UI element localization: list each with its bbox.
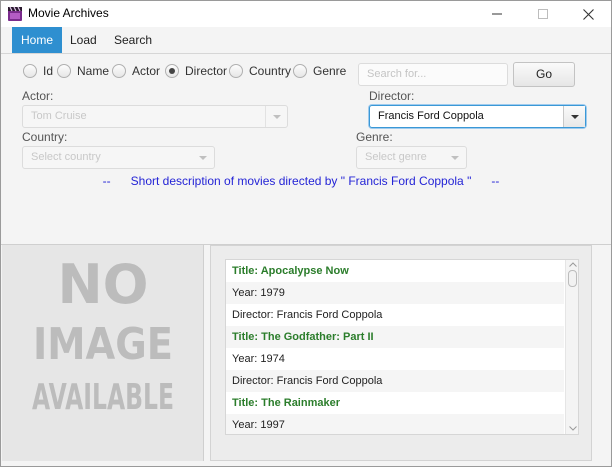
- chevron-down-icon[interactable]: [563, 106, 585, 127]
- chevron-down-icon: [444, 147, 466, 168]
- scrollbar-thumb[interactable]: [568, 270, 577, 287]
- genre-combo[interactable]: Select genre: [356, 146, 467, 169]
- genre-placeholder: Select genre: [365, 151, 427, 163]
- title-bar: Movie Archives: [1, 1, 611, 27]
- close-button[interactable]: [565, 1, 611, 27]
- list-item[interactable]: Title: The Rainmaker: [226, 392, 564, 414]
- country-label: Country:: [22, 130, 68, 144]
- actor-value: Tom Cruise: [31, 110, 87, 122]
- radio-name[interactable]: Name: [57, 63, 109, 79]
- clapperboard-icon: [8, 6, 22, 21]
- actor-label: Actor:: [22, 89, 54, 103]
- country-combo[interactable]: Select country: [22, 146, 215, 169]
- radio-actor[interactable]: Actor: [112, 63, 160, 79]
- director-combo[interactable]: Francis Ford Coppola: [369, 105, 586, 128]
- close-icon: [582, 8, 594, 20]
- chevron-down-icon: [265, 106, 287, 127]
- radio-button-checked-icon: [165, 64, 179, 78]
- menu-search[interactable]: Search: [105, 27, 161, 53]
- results-panel: Title: Apocalypse Now Year: 1979 Directo…: [210, 245, 592, 461]
- maximize-icon: [538, 9, 548, 19]
- menu-divider: [1, 53, 611, 54]
- radio-button-icon: [112, 64, 126, 78]
- list-item[interactable]: Title: The Godfather: Part II: [226, 326, 564, 348]
- list-item[interactable]: Year: 1979: [226, 282, 564, 304]
- no-image-line-3: AVAILABLE: [32, 377, 174, 418]
- menu-home[interactable]: Home: [12, 27, 63, 53]
- radio-label: Country: [249, 64, 292, 78]
- minimize-button[interactable]: [474, 1, 520, 27]
- maximize-button[interactable]: [520, 1, 566, 27]
- radio-label: Director: [185, 64, 228, 78]
- radio-button-icon: [57, 64, 71, 78]
- menu-bar: Home Load Search: [1, 27, 611, 53]
- radio-label: Name: [77, 64, 110, 78]
- director-value: Francis Ford Coppola: [378, 110, 484, 122]
- genre-label: Genre:: [356, 130, 393, 144]
- vertical-scrollbar[interactable]: [565, 260, 578, 434]
- director-label: Director:: [369, 89, 415, 103]
- list-item[interactable]: Year: 1997: [226, 414, 564, 434]
- results-list[interactable]: Title: Apocalypse Now Year: 1979 Directo…: [225, 259, 579, 435]
- radio-id[interactable]: Id: [23, 63, 53, 79]
- radio-button-icon: [23, 64, 37, 78]
- list-item[interactable]: Year: 1974: [226, 348, 564, 370]
- radio-genre[interactable]: Genre: [293, 63, 346, 79]
- scroll-down-icon[interactable]: [569, 426, 577, 431]
- radio-country[interactable]: Country: [229, 63, 291, 79]
- list-item[interactable]: Director: Francis Ford Coppola: [226, 370, 564, 392]
- scroll-up-icon[interactable]: [569, 262, 577, 267]
- radio-button-icon: [293, 64, 307, 78]
- description-text: -- Short description of movies directed …: [102, 174, 500, 188]
- minimize-icon: [492, 13, 502, 15]
- window-title: Movie Archives: [28, 6, 109, 20]
- no-image-line-2: IMAGE: [33, 319, 173, 370]
- country-placeholder: Select country: [31, 151, 101, 163]
- chevron-down-icon: [192, 147, 214, 168]
- list-item[interactable]: Director: Francis Ford Coppola: [226, 304, 564, 326]
- actor-combo[interactable]: Tom Cruise: [22, 105, 288, 128]
- list-item[interactable]: Title: Apocalypse Now: [226, 260, 564, 282]
- radio-director[interactable]: Director: [165, 63, 227, 79]
- radio-label: Genre: [313, 64, 347, 78]
- menu-load[interactable]: Load: [61, 27, 106, 53]
- app-window: Movie Archives Home Load Search Id Name …: [0, 0, 612, 467]
- no-image-line-1: NO: [57, 253, 148, 316]
- go-button[interactable]: Go: [513, 62, 575, 87]
- search-input[interactable]: Search for...: [358, 63, 508, 86]
- radio-label: Actor: [132, 64, 161, 78]
- no-image-placeholder: NO IMAGE AVAILABLE: [32, 253, 174, 418]
- poster-panel: NO IMAGE AVAILABLE: [2, 245, 204, 461]
- radio-button-icon: [229, 64, 243, 78]
- radio-label: Id: [43, 64, 54, 78]
